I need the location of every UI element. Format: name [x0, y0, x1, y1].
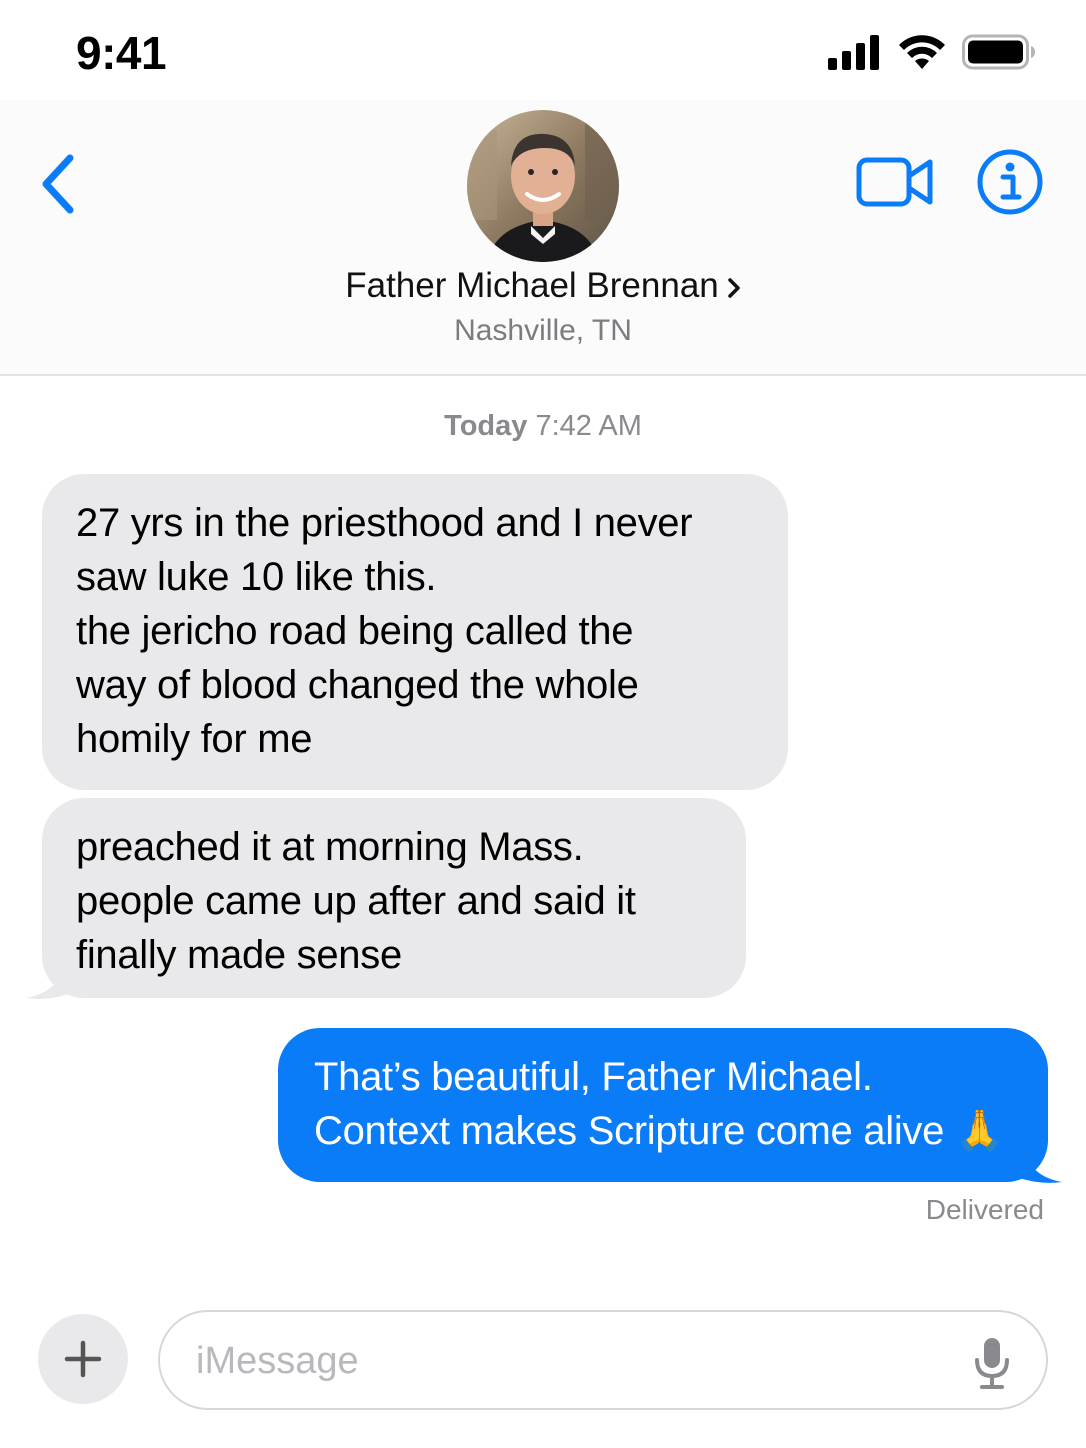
timestamp-day: Today [444, 410, 528, 442]
microphone-icon [975, 1338, 1009, 1389]
video-camera-icon [856, 157, 933, 207]
facetime-video-button[interactable] [856, 154, 934, 210]
message-timestamp: Today 7:42 AM [0, 410, 1086, 443]
contact-avatar[interactable] [467, 110, 619, 262]
plus-icon [64, 1340, 102, 1378]
info-button[interactable] [976, 148, 1044, 216]
apps-plus-button[interactable] [38, 1314, 128, 1404]
chevron-right-icon [727, 268, 741, 308]
incoming-message-bubble[interactable]: preached it at morning Mass. people came… [42, 798, 746, 998]
info-icon [977, 149, 1043, 215]
status-bar: 9:41 [0, 0, 1086, 100]
contact-location: Nashville, TN [454, 314, 632, 347]
back-button[interactable] [36, 152, 82, 216]
message-input[interactable] [194, 1330, 958, 1392]
battery-icon [962, 34, 1036, 75]
timestamp-time: 7:42 AM [535, 410, 642, 442]
contact-name-button[interactable]: Father Michael Brennan [0, 266, 1086, 308]
outgoing-message-bubble[interactable]: That’s beautiful, Father Michael. Contex… [278, 1028, 1048, 1182]
status-icons [828, 34, 1036, 75]
incoming-message-bubble[interactable]: 27 yrs in the priesthood and I never saw… [42, 474, 788, 790]
cellular-signal-icon [828, 34, 882, 75]
dictation-button[interactable] [974, 1336, 1010, 1390]
contact-name: Father Michael Brennan [345, 266, 719, 305]
conversation-header: Father Michael Brennan Nashville, TN [0, 100, 1086, 376]
chevron-left-icon [42, 154, 74, 214]
delivery-status: Delivered [925, 1194, 1044, 1225]
status-time: 9:41 [76, 27, 167, 79]
wifi-icon [898, 34, 946, 75]
message-composer [158, 1310, 1048, 1410]
